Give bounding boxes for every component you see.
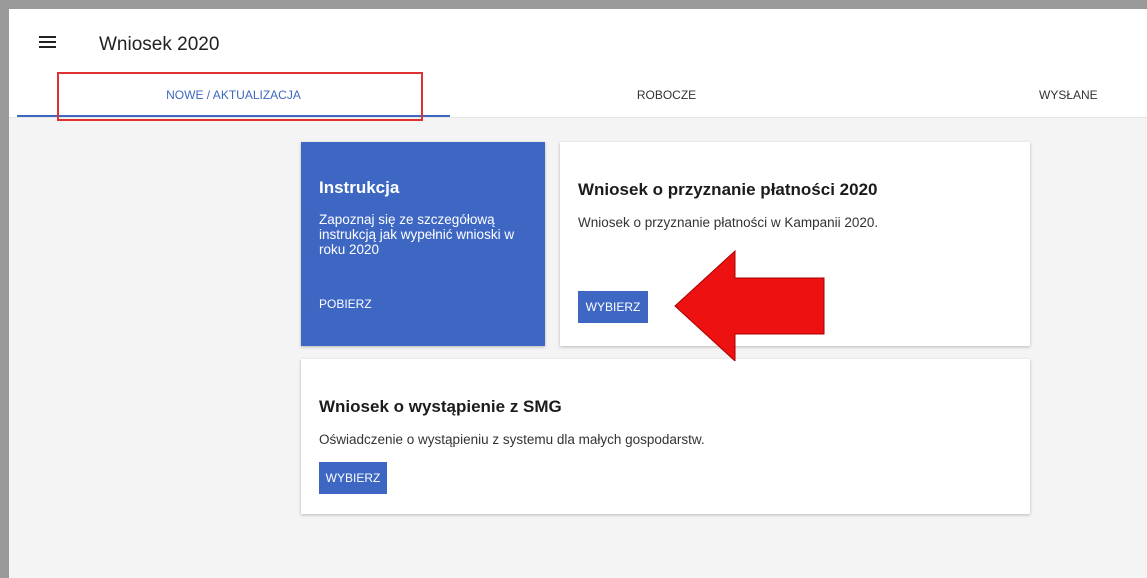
app-bar: Wniosek 2020 xyxy=(9,9,1147,73)
smg-text: Oświadczenie o wystąpieniu z systemu dla… xyxy=(319,432,705,447)
smg-application-card: Wniosek o wystąpienie z SMG Oświadczenie… xyxy=(301,359,1030,514)
tab-wyslane[interactable]: WYSŁANE xyxy=(1039,73,1147,117)
instruction-card: Instrukcja Zapoznaj się ze szczegółową i… xyxy=(301,142,545,346)
payment-text: Wniosek o przyznanie płatności w Kampani… xyxy=(578,215,879,230)
page-title: Wniosek 2020 xyxy=(99,34,220,55)
tab-robocze[interactable]: ROBOCZE xyxy=(450,73,883,117)
select-smg-button[interactable]: WYBIERZ xyxy=(319,462,387,494)
menu-icon[interactable] xyxy=(39,36,56,50)
highlight-annotation xyxy=(57,72,423,121)
arrow-icon xyxy=(674,249,825,361)
instruction-text: Zapoznaj się ze szczegółową instrukcją j… xyxy=(319,212,515,257)
download-button[interactable]: POBIERZ xyxy=(319,297,372,311)
instruction-title: Instrukcja xyxy=(319,178,400,197)
app-window: Wniosek 2020 NOWE / AKTUALIZACJA ROBOCZE… xyxy=(0,0,1147,578)
payment-title: Wniosek o przyznanie płatności 2020 xyxy=(578,180,878,199)
select-payment-button[interactable]: WYBIERZ xyxy=(578,291,648,323)
smg-title: Wniosek o wystąpienie z SMG xyxy=(319,397,562,416)
